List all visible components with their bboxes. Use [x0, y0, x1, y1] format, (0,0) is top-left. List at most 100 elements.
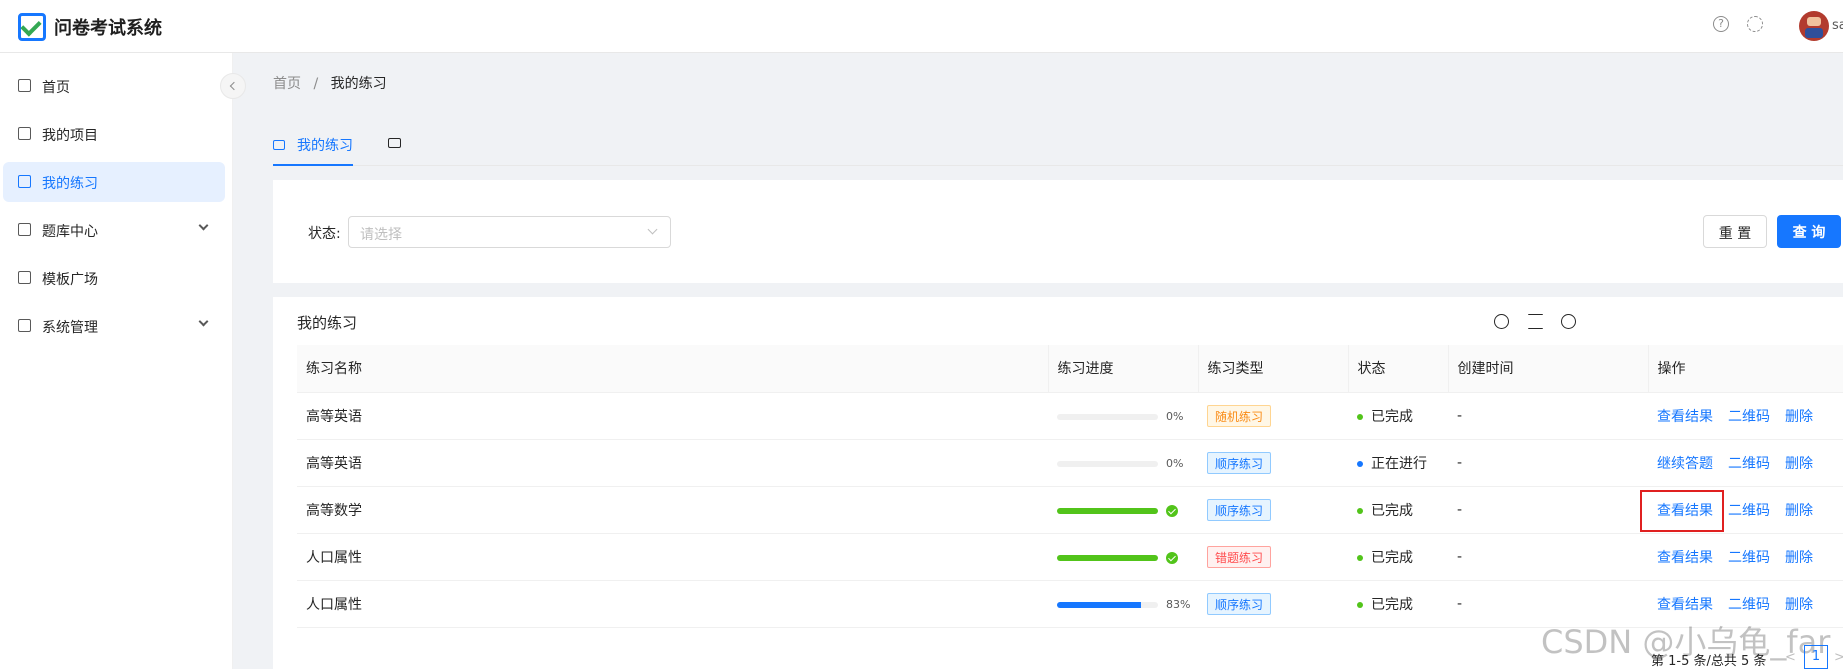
practice-table: 练习名称 练习进度 练习类型 状态 创建时间 操作 高等英语 0% 随机练习 已…: [297, 345, 1843, 628]
breadcrumb-home[interactable]: 首页: [273, 76, 301, 92]
tab-my-practice[interactable]: 我的练习: [273, 125, 353, 166]
delete-link[interactable]: 删除: [1785, 503, 1813, 519]
table-row: 高等数学 顺序练习 已完成 - 查看结果 二维码 删除: [297, 486, 1843, 534]
checkbox-logo-icon: [18, 13, 46, 41]
sidebar-item-label: 我的项目: [42, 128, 98, 144]
qr-code-link[interactable]: 二维码: [1728, 456, 1770, 472]
view-result-link[interactable]: 查看结果: [1657, 409, 1713, 425]
bank-icon: [18, 223, 31, 236]
check-icon: [20, 15, 42, 37]
select-placeholder: 请选择: [360, 227, 402, 243]
practice-table-card: 我的练习 练习名称 练习进度 练习类型 状态 创建时间 操作 高等英语 0% 随…: [273, 297, 1843, 669]
previous-page-button[interactable]: <: [1785, 650, 1796, 665]
progress-cell: 0%: [1048, 439, 1198, 487]
top-header: 问卷考试系统 ? sa: [0, 0, 1843, 53]
status-select[interactable]: 请选择: [348, 216, 671, 248]
continue-answer-link[interactable]: 继续答题: [1657, 456, 1713, 472]
status-dot-icon: [1357, 460, 1363, 467]
settings-icon[interactable]: [1747, 16, 1763, 32]
sidebar-item-templates[interactable]: 模板广场: [3, 258, 225, 298]
page-number-1[interactable]: 1: [1804, 645, 1828, 669]
practice-name: 高等英语: [297, 439, 1048, 487]
status-cell: 已完成: [1348, 486, 1448, 534]
progress-fill: [1057, 554, 1158, 561]
table-title: 我的练习: [297, 314, 358, 332]
avatar[interactable]: [1799, 11, 1829, 41]
progress-cell: [1048, 533, 1198, 581]
sidebar-item-practice[interactable]: 我的练习: [3, 162, 225, 202]
highlight-box: [1640, 490, 1724, 532]
next-page-button[interactable]: >: [1834, 650, 1843, 665]
sidebar: 首页 我的项目 我的练习 题库中心 模板广场 系统管理: [0, 53, 233, 669]
sidebar-item-label: 题库中心: [42, 224, 98, 240]
breadcrumb-separator: /: [313, 76, 319, 92]
column-header: 练习名称: [297, 345, 1049, 393]
progress-fill: [1057, 601, 1141, 608]
view-result-link[interactable]: 查看结果: [1657, 550, 1713, 566]
delete-link[interactable]: 删除: [1785, 456, 1813, 472]
qr-code-link[interactable]: 二维码: [1728, 597, 1770, 613]
breadcrumb: 首页 / 我的练习: [273, 73, 387, 93]
progress-fill: [1057, 507, 1158, 514]
status-dot-icon: [1357, 507, 1363, 514]
sidebar-item-label: 模板广场: [42, 272, 98, 288]
progress-percent: 0%: [1166, 457, 1184, 470]
help-icon[interactable]: ?: [1713, 16, 1729, 32]
folder-icon[interactable]: [388, 138, 401, 148]
status-text: 已完成: [1371, 408, 1413, 425]
status-cell: 已完成: [1348, 392, 1448, 440]
sidebar-item-label: 系统管理: [42, 320, 98, 336]
reset-button[interactable]: 重 置: [1703, 215, 1767, 248]
status-dot-icon: [1357, 413, 1363, 420]
progress-track: [1057, 601, 1158, 608]
progress-track: [1057, 554, 1158, 561]
sidebar-item-projects[interactable]: 我的项目: [3, 114, 225, 154]
tab-bar: 我的练习: [273, 125, 1843, 166]
column-header: 创建时间: [1448, 345, 1649, 393]
sidebar-item-home[interactable]: 首页: [3, 66, 225, 106]
status-text: 已完成: [1371, 502, 1413, 519]
query-button[interactable]: 查 询: [1777, 215, 1841, 248]
progress-cell: [1048, 486, 1198, 534]
column-header: 练习进度: [1048, 345, 1199, 393]
delete-link[interactable]: 删除: [1785, 550, 1813, 566]
progress-percent: 0%: [1166, 410, 1184, 423]
practice-name: 人口属性: [297, 580, 1048, 628]
collapse-sidebar-button[interactable]: [220, 73, 246, 99]
qr-code-link[interactable]: 二维码: [1728, 409, 1770, 425]
completed-check-icon: [1166, 551, 1178, 564]
practice-type-tag: 随机练习: [1207, 404, 1272, 427]
practice-name: 人口属性: [297, 533, 1048, 581]
delete-link[interactable]: 删除: [1785, 597, 1813, 613]
sidebar-item-question-bank[interactable]: 题库中心: [3, 210, 225, 250]
progress-cell: 0%: [1048, 392, 1198, 440]
tab-label: 我的练习: [297, 138, 353, 154]
filter-panel: 状态: 请选择 重 置 查 询: [273, 180, 1843, 283]
sidebar-item-system[interactable]: 系统管理: [3, 306, 225, 346]
column-settings-icon[interactable]: [1561, 314, 1576, 329]
progress-percent: 83%: [1166, 598, 1191, 611]
practice-type-tag: 错题练习: [1207, 545, 1272, 568]
status-dot-icon: [1357, 554, 1363, 561]
created-time: -: [1448, 439, 1648, 487]
status-cell: 已完成: [1348, 580, 1448, 628]
copy-icon: [18, 271, 31, 284]
app-title: 问卷考试系统: [54, 18, 162, 39]
status-cell: 正在进行: [1348, 439, 1448, 487]
settings-icon: [18, 319, 31, 332]
status-filter-label: 状态:: [308, 226, 341, 242]
chevron-down-icon: [198, 316, 209, 327]
practice-name: 高等英语: [297, 392, 1048, 440]
completed-check-icon: [1166, 504, 1178, 517]
status-text: 已完成: [1371, 549, 1413, 566]
row-height-icon[interactable]: [1528, 314, 1543, 329]
qr-code-link[interactable]: 二维码: [1728, 550, 1770, 566]
project-icon: [18, 127, 31, 140]
delete-link[interactable]: 删除: [1785, 409, 1813, 425]
view-result-link[interactable]: 查看结果: [1657, 597, 1713, 613]
user-name[interactable]: sa: [1832, 18, 1843, 33]
sidebar-item-label: 我的练习: [42, 176, 98, 192]
progress-track: [1057, 413, 1158, 420]
qr-code-link[interactable]: 二维码: [1728, 503, 1770, 519]
refresh-icon[interactable]: [1494, 314, 1509, 329]
